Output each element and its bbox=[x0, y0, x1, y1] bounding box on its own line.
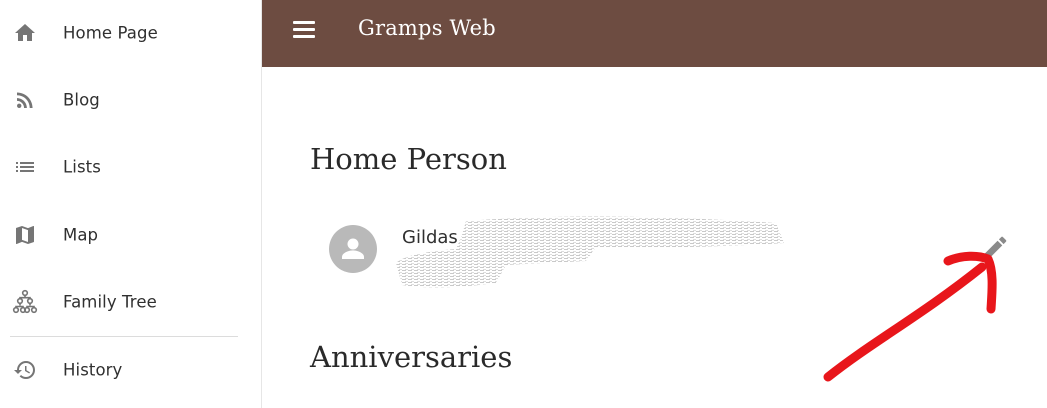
redacted-name-scribble bbox=[396, 216, 784, 288]
home-icon bbox=[12, 20, 38, 46]
rss-icon bbox=[12, 87, 38, 113]
pencil-icon bbox=[983, 236, 1007, 260]
sidebar-item-history[interactable]: History bbox=[0, 340, 261, 400]
sidebar-item-lists[interactable]: Lists bbox=[0, 137, 261, 197]
sidebar-item-family-tree[interactable]: Family Tree bbox=[0, 272, 261, 332]
sidebar-item-label: History bbox=[63, 360, 123, 380]
sidebar-item-label: Blog bbox=[63, 90, 100, 110]
edit-home-person-button[interactable] bbox=[980, 233, 1010, 263]
family-tree-icon bbox=[12, 289, 38, 315]
sidebar-item-label: Family Tree bbox=[63, 292, 157, 312]
sidebar-item-label: Map bbox=[63, 225, 99, 245]
sidebar-item-label: Lists bbox=[63, 157, 101, 177]
sidebar-item-blog[interactable]: Blog bbox=[0, 70, 261, 130]
app-title: Gramps Web bbox=[358, 16, 496, 40]
list-icon bbox=[12, 154, 38, 180]
anniversaries-heading: Anniversaries bbox=[310, 340, 513, 374]
home-person-name[interactable]: Gildas bbox=[402, 227, 458, 248]
app-bar: Gramps Web bbox=[262, 0, 1047, 67]
sidebar-item-label: Home Page bbox=[63, 23, 158, 43]
history-icon bbox=[12, 357, 38, 383]
sidebar-item-map[interactable]: Map bbox=[0, 205, 261, 265]
sidebar: Home Page Blog Lists Map Family Tree His… bbox=[0, 0, 262, 408]
map-icon bbox=[12, 222, 38, 248]
home-person-heading: Home Person bbox=[310, 142, 507, 176]
person-icon bbox=[342, 238, 364, 259]
main-content: Home Person Gildas Anniversaries bbox=[262, 67, 1047, 408]
sidebar-divider bbox=[10, 336, 238, 337]
avatar[interactable] bbox=[329, 225, 377, 273]
sidebar-item-home-page[interactable]: Home Page bbox=[0, 3, 261, 63]
menu-icon[interactable] bbox=[293, 19, 319, 41]
